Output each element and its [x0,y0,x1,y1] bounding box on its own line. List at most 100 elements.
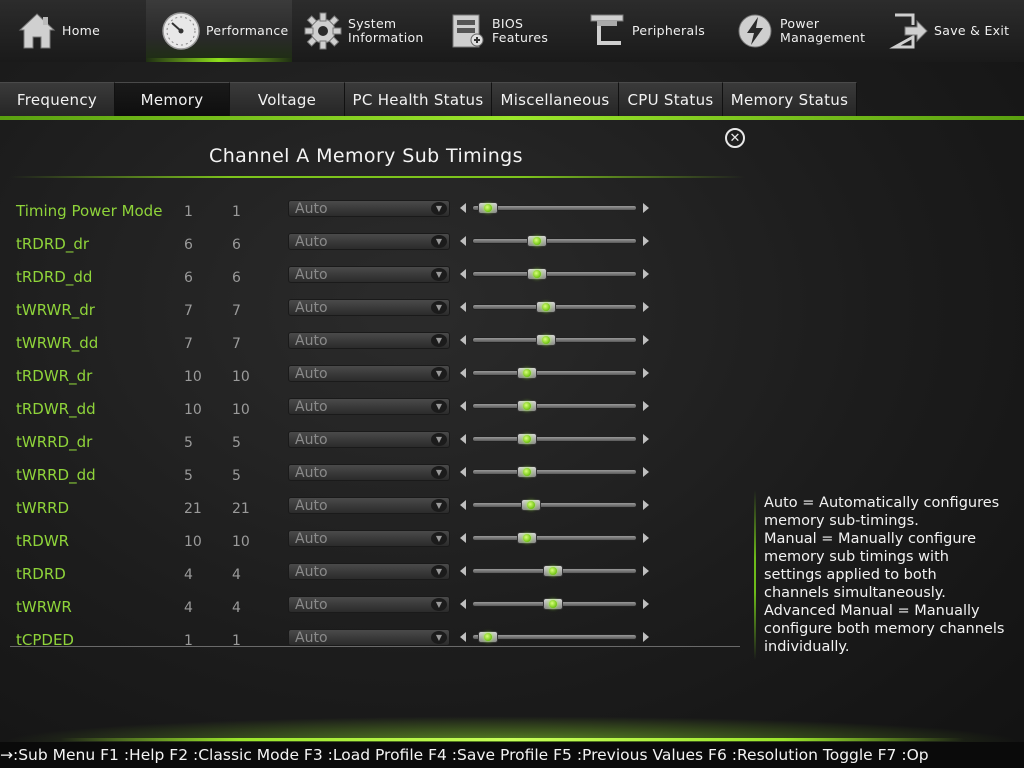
slider-increment-icon[interactable] [643,533,649,543]
nav-system-information[interactable]: System Information [292,0,438,62]
slider-decrement-icon[interactable] [460,368,466,378]
timing-slider-thumb[interactable] [543,565,564,577]
timing-slider-thumb[interactable] [521,499,542,511]
slider-decrement-icon[interactable] [460,500,466,510]
slider-decrement-icon[interactable] [460,599,466,609]
timing-mode-dropdown[interactable]: Auto ▼ [288,431,450,448]
timing-slider-thumb[interactable] [527,235,548,247]
slider-increment-icon[interactable] [643,500,649,510]
slider-decrement-icon[interactable] [460,203,466,213]
slider-decrement-icon[interactable] [460,533,466,543]
timing-row[interactable]: tWRRD_dd 5 5 Auto ▼ [0,460,740,484]
timing-mode-dropdown[interactable]: Auto ▼ [288,233,450,250]
timing-row[interactable]: tWRWR_dr 7 7 Auto ▼ [0,295,740,319]
timing-slider-track[interactable] [472,469,637,475]
slider-decrement-icon[interactable] [460,236,466,246]
timing-row[interactable]: Timing Power Mode 1 1 Auto ▼ [0,196,740,220]
slider-increment-icon[interactable] [643,599,649,609]
timing-row[interactable]: tRDWR 10 10 Auto ▼ [0,526,740,550]
slider-decrement-icon[interactable] [460,269,466,279]
nav-performance[interactable]: Performance [146,0,292,62]
timing-mode-dropdown[interactable]: Auto ▼ [288,200,450,217]
timing-slider-track[interactable] [472,535,637,541]
timing-slider-thumb[interactable] [527,268,548,280]
chevron-down-icon[interactable]: ▼ [431,433,447,446]
timing-row[interactable]: tWRWR 4 4 Auto ▼ [0,592,740,616]
tab-voltage[interactable]: Voltage [230,82,345,116]
timing-row[interactable]: tRDRD_dd 6 6 Auto ▼ [0,262,740,286]
timing-slider-track[interactable] [472,403,637,409]
timing-row[interactable]: tRDWR_dd 10 10 Auto ▼ [0,394,740,418]
timing-slider-thumb[interactable] [516,367,537,379]
slider-increment-icon[interactable] [643,269,649,279]
slider-increment-icon[interactable] [643,335,649,345]
chevron-down-icon[interactable]: ▼ [431,565,447,578]
timing-mode-dropdown[interactable]: Auto ▼ [288,332,450,349]
slider-decrement-icon[interactable] [460,467,466,477]
slider-decrement-icon[interactable] [460,632,466,642]
slider-increment-icon[interactable] [643,632,649,642]
chevron-down-icon[interactable]: ▼ [431,532,447,545]
timing-row[interactable]: tRDRD_dr 6 6 Auto ▼ [0,229,740,253]
nav-bios-features[interactable]: BIOS Features [438,0,584,62]
tab-miscellaneous[interactable]: Miscellaneous [492,82,619,116]
timing-mode-dropdown[interactable]: Auto ▼ [288,530,450,547]
chevron-down-icon[interactable]: ▼ [431,334,447,347]
timing-mode-dropdown[interactable]: Auto ▼ [288,497,450,514]
slider-decrement-icon[interactable] [460,335,466,345]
slider-increment-icon[interactable] [643,302,649,312]
chevron-down-icon[interactable]: ▼ [431,202,447,215]
timing-slider-thumb[interactable] [477,631,498,643]
timing-row[interactable]: tWRRD_dr 5 5 Auto ▼ [0,427,740,451]
chevron-down-icon[interactable]: ▼ [431,598,447,611]
chevron-down-icon[interactable]: ▼ [431,268,447,281]
tab-pc-health-status[interactable]: PC Health Status [345,82,492,116]
chevron-down-icon[interactable]: ▼ [431,499,447,512]
timing-mode-dropdown[interactable]: Auto ▼ [288,563,450,580]
chevron-down-icon[interactable]: ▼ [431,367,447,380]
slider-increment-icon[interactable] [643,467,649,477]
slider-increment-icon[interactable] [643,368,649,378]
slider-increment-icon[interactable] [643,566,649,576]
timing-slider-thumb[interactable] [516,433,537,445]
tab-frequency[interactable]: Frequency [0,82,115,116]
slider-decrement-icon[interactable] [460,566,466,576]
nav-home[interactable]: Home [0,0,146,62]
slider-decrement-icon[interactable] [460,302,466,312]
timing-row[interactable]: tRDWR_dr 10 10 Auto ▼ [0,361,740,385]
slider-decrement-icon[interactable] [460,434,466,444]
chevron-down-icon[interactable]: ▼ [431,466,447,479]
timing-slider-thumb[interactable] [535,301,556,313]
nav-peripherals[interactable]: Peripherals [584,0,730,62]
timing-row[interactable]: tRDRD 4 4 Auto ▼ [0,559,740,583]
timing-row[interactable]: tCPDED 1 1 Auto ▼ [0,625,740,646]
slider-increment-icon[interactable] [643,401,649,411]
timing-slider-thumb[interactable] [516,400,537,412]
timing-slider-thumb[interactable] [516,466,537,478]
timings-list[interactable]: Timing Power Mode 1 1 Auto ▼ tRDRD_dr 6 6 Auto ▼t… [0,196,740,646]
timing-slider-track[interactable] [472,370,637,376]
timing-mode-dropdown[interactable]: Auto ▼ [288,464,450,481]
timing-mode-dropdown[interactable]: Auto ▼ [288,299,450,316]
timing-slider-thumb[interactable] [543,598,564,610]
timing-slider-thumb[interactable] [535,334,556,346]
timing-slider-track[interactable] [472,502,637,508]
nav-power-management[interactable]: Power Management [730,0,876,62]
timing-slider-thumb[interactable] [516,532,537,544]
nav-save-exit[interactable]: Save & Exit [876,0,1024,62]
tab-memory-status[interactable]: Memory Status [723,82,857,116]
timing-mode-dropdown[interactable]: Auto ▼ [288,266,450,283]
slider-increment-icon[interactable] [643,203,649,213]
timing-mode-dropdown[interactable]: Auto ▼ [288,398,450,415]
timing-row[interactable]: tWRRD 21 21 Auto ▼ [0,493,740,517]
timing-mode-dropdown[interactable]: Auto ▼ [288,596,450,613]
chevron-down-icon[interactable]: ▼ [431,235,447,248]
timing-mode-dropdown[interactable]: Auto ▼ [288,629,450,646]
chevron-down-icon[interactable]: ▼ [431,631,447,644]
timing-slider-track[interactable] [472,271,637,277]
timing-slider-track[interactable] [472,238,637,244]
timing-row[interactable]: tWRWR_dd 7 7 Auto ▼ [0,328,740,352]
slider-increment-icon[interactable] [643,236,649,246]
slider-decrement-icon[interactable] [460,401,466,411]
timing-slider-thumb[interactable] [477,202,498,214]
